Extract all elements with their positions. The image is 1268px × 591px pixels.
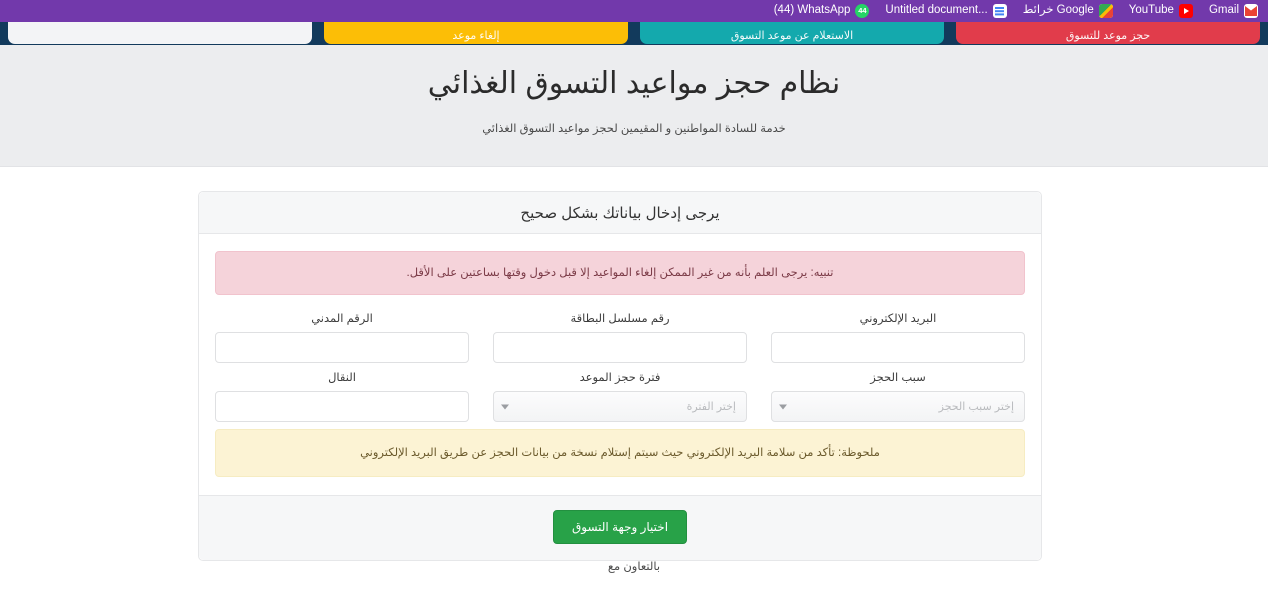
card-serial-label: رقم مسلسل البطاقة xyxy=(570,313,670,326)
gmail-icon xyxy=(1244,4,1258,18)
site-tab-book-appointment[interactable]: حجز موعد للتسوق xyxy=(956,22,1260,44)
page-header-band: نظام حجز مواعيد التسوق الغذائي خدمة للسا… xyxy=(0,45,1268,167)
period-label: فترة حجز الموعد xyxy=(579,372,661,385)
form-group-card-serial: رقم مسلسل البطاقة xyxy=(493,311,747,364)
form-row-booking: سبب الحجز إختر سبب الحجز فترة حجز الموعد… xyxy=(215,370,1025,423)
bookmark-label: YouTube xyxy=(1128,4,1174,17)
reason-select-value: إختر سبب الحجز xyxy=(938,401,1014,414)
mobile-field[interactable] xyxy=(215,391,469,423)
card-header: يرجى إدخال بياناتك بشكل صحيح xyxy=(199,192,1041,234)
civil-id-field[interactable] xyxy=(215,332,469,364)
google-docs-icon xyxy=(992,4,1007,18)
reason-select[interactable]: إختر سبب الحجز xyxy=(771,391,1025,423)
bookmark-label: Untitled document... xyxy=(885,4,988,17)
site-tab-strip: إلغاء موعد الاستعلام عن موعد التسوق حجز … xyxy=(0,22,1268,45)
form-row-identity: البريد الإلكتروني رقم مسلسل البطاقة الرق… xyxy=(215,311,1025,364)
mobile-label: النقال xyxy=(328,372,356,385)
reason-label: سبب الحجز xyxy=(870,372,926,385)
bookmark-gmail[interactable]: Gmail xyxy=(1201,0,1266,22)
site-tab-inquire-appointment[interactable]: الاستعلام عن موعد التسوق xyxy=(640,22,944,44)
form-group-period: فترة حجز الموعد إختر الفترة xyxy=(493,370,747,423)
card-body: تنبيه: يرجى العلم بأنه من غير الممكن إلغ… xyxy=(199,234,1041,495)
whatsapp-icon: 44 xyxy=(855,4,870,18)
bookmark-youtube[interactable]: YouTube xyxy=(1121,0,1201,22)
booking-form-card: يرجى إدخال بياناتك بشكل صحيح تنبيه: يرجى… xyxy=(198,191,1042,562)
youtube-icon xyxy=(1178,4,1193,18)
card-footer: اختيار وجهة التسوق xyxy=(199,495,1041,561)
site-tab-label: حجز موعد للتسوق xyxy=(1065,30,1151,42)
email-note-text: ملحوظة: تأكد من سلامة البريد الإلكتروني … xyxy=(360,447,880,460)
period-select-value: إختر الفترة xyxy=(686,401,736,414)
period-select[interactable]: إختر الفترة xyxy=(493,391,747,423)
email-note-alert: ملحوظة: تأكد من سلامة البريد الإلكتروني … xyxy=(215,429,1025,478)
choose-shopping-destination-button[interactable]: اختيار وجهة التسوق xyxy=(552,510,688,545)
form-group-email: البريد الإلكتروني xyxy=(771,311,1025,364)
page-subtitle: خدمة للسادة المواطنين و المقيمين لحجز مو… xyxy=(482,122,786,135)
email-label: البريد الإلكتروني xyxy=(859,313,937,326)
site-tab-label: الاستعلام عن موعد التسوق xyxy=(730,30,854,42)
warning-alert-text: تنبيه: يرجى العلم بأنه من غير الممكن إلغ… xyxy=(406,267,834,279)
reason-select-wrap: إختر سبب الحجز xyxy=(771,391,1025,423)
card-title: يرجى إدخال بياناتك بشكل صحيح xyxy=(520,204,720,222)
bookmark-label: (44) WhatsApp xyxy=(773,4,851,17)
form-group-reason: سبب الحجز إختر سبب الحجز xyxy=(771,370,1025,423)
site-tab-blank[interactable] xyxy=(8,22,312,44)
browser-chrome: (44) WhatsApp 44 Untitled document... خر… xyxy=(0,0,1268,22)
period-select-wrap: إختر الفترة xyxy=(493,391,747,423)
bookmark-whatsapp[interactable]: (44) WhatsApp 44 xyxy=(766,0,878,22)
site-tab-label: إلغاء موعد xyxy=(452,30,500,42)
form-group-mobile: النقال xyxy=(215,370,469,423)
google-maps-icon xyxy=(1098,4,1113,18)
site-tab-cancel-appointment[interactable]: إلغاء موعد xyxy=(324,22,628,44)
bookmark-label: خرائط Google xyxy=(1022,4,1094,17)
civil-id-label: الرقم المدني xyxy=(311,313,373,326)
warning-alert: تنبيه: يرجى العلم بأنه من غير الممكن إلغ… xyxy=(215,251,1025,296)
form-group-civil-id: الرقم المدني xyxy=(215,311,469,364)
page-title: نظام حجز مواعيد التسوق الغذائي xyxy=(427,67,841,100)
card-serial-field[interactable] xyxy=(493,332,747,364)
bookmark-label: Gmail xyxy=(1208,4,1239,17)
bookmark-bar: (44) WhatsApp 44 Untitled document... خر… xyxy=(766,0,1268,22)
footer-note: بالتعاون مع xyxy=(0,559,1268,573)
bookmark-untitled-document[interactable]: Untitled document... xyxy=(877,0,1014,22)
bookmark-google-maps[interactable]: خرائط Google xyxy=(1015,0,1121,22)
email-field[interactable] xyxy=(771,332,1025,364)
footer-note-text: بالتعاون مع xyxy=(607,561,661,573)
